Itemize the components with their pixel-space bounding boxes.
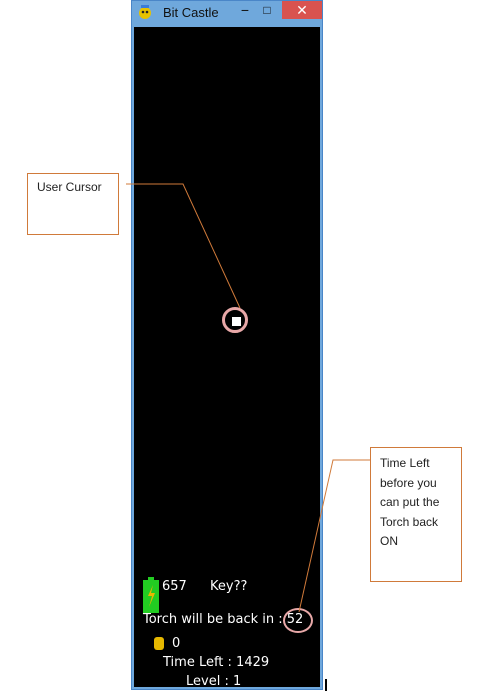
game-window: Bit Castle − □ ✕ 657 Key?? Torch will be… [131,0,323,690]
minimize-button[interactable]: − [238,3,252,19]
close-button[interactable]: ✕ [282,1,322,19]
energy-value: 657 [162,579,187,594]
maximize-button[interactable]: □ [260,3,274,19]
battery-icon [143,577,159,613]
key-status: Key?? [210,579,248,594]
title-bar[interactable]: Bit Castle − □ ✕ [132,1,322,25]
bit-castle-icon [139,5,151,19]
text-caret [325,679,327,691]
coin-count: 0 [172,636,181,651]
window-title: Bit Castle [163,5,219,20]
user-cursor-callout: User Cursor [27,173,119,235]
time-left: Time Left : 1429 [163,655,270,670]
torch-timer-text: Torch will be back in : 52 [143,612,304,627]
user-cursor [232,317,241,326]
coin-icon [154,637,164,650]
torch-timer-callout: Time Left before you can put the Torch b… [370,447,462,582]
level-indicator: Level : 1 [186,674,242,689]
game-canvas[interactable]: 657 Key?? Torch will be back in : 52 0 T… [134,27,320,689]
torch-timer-highlight-ring [283,608,313,633]
